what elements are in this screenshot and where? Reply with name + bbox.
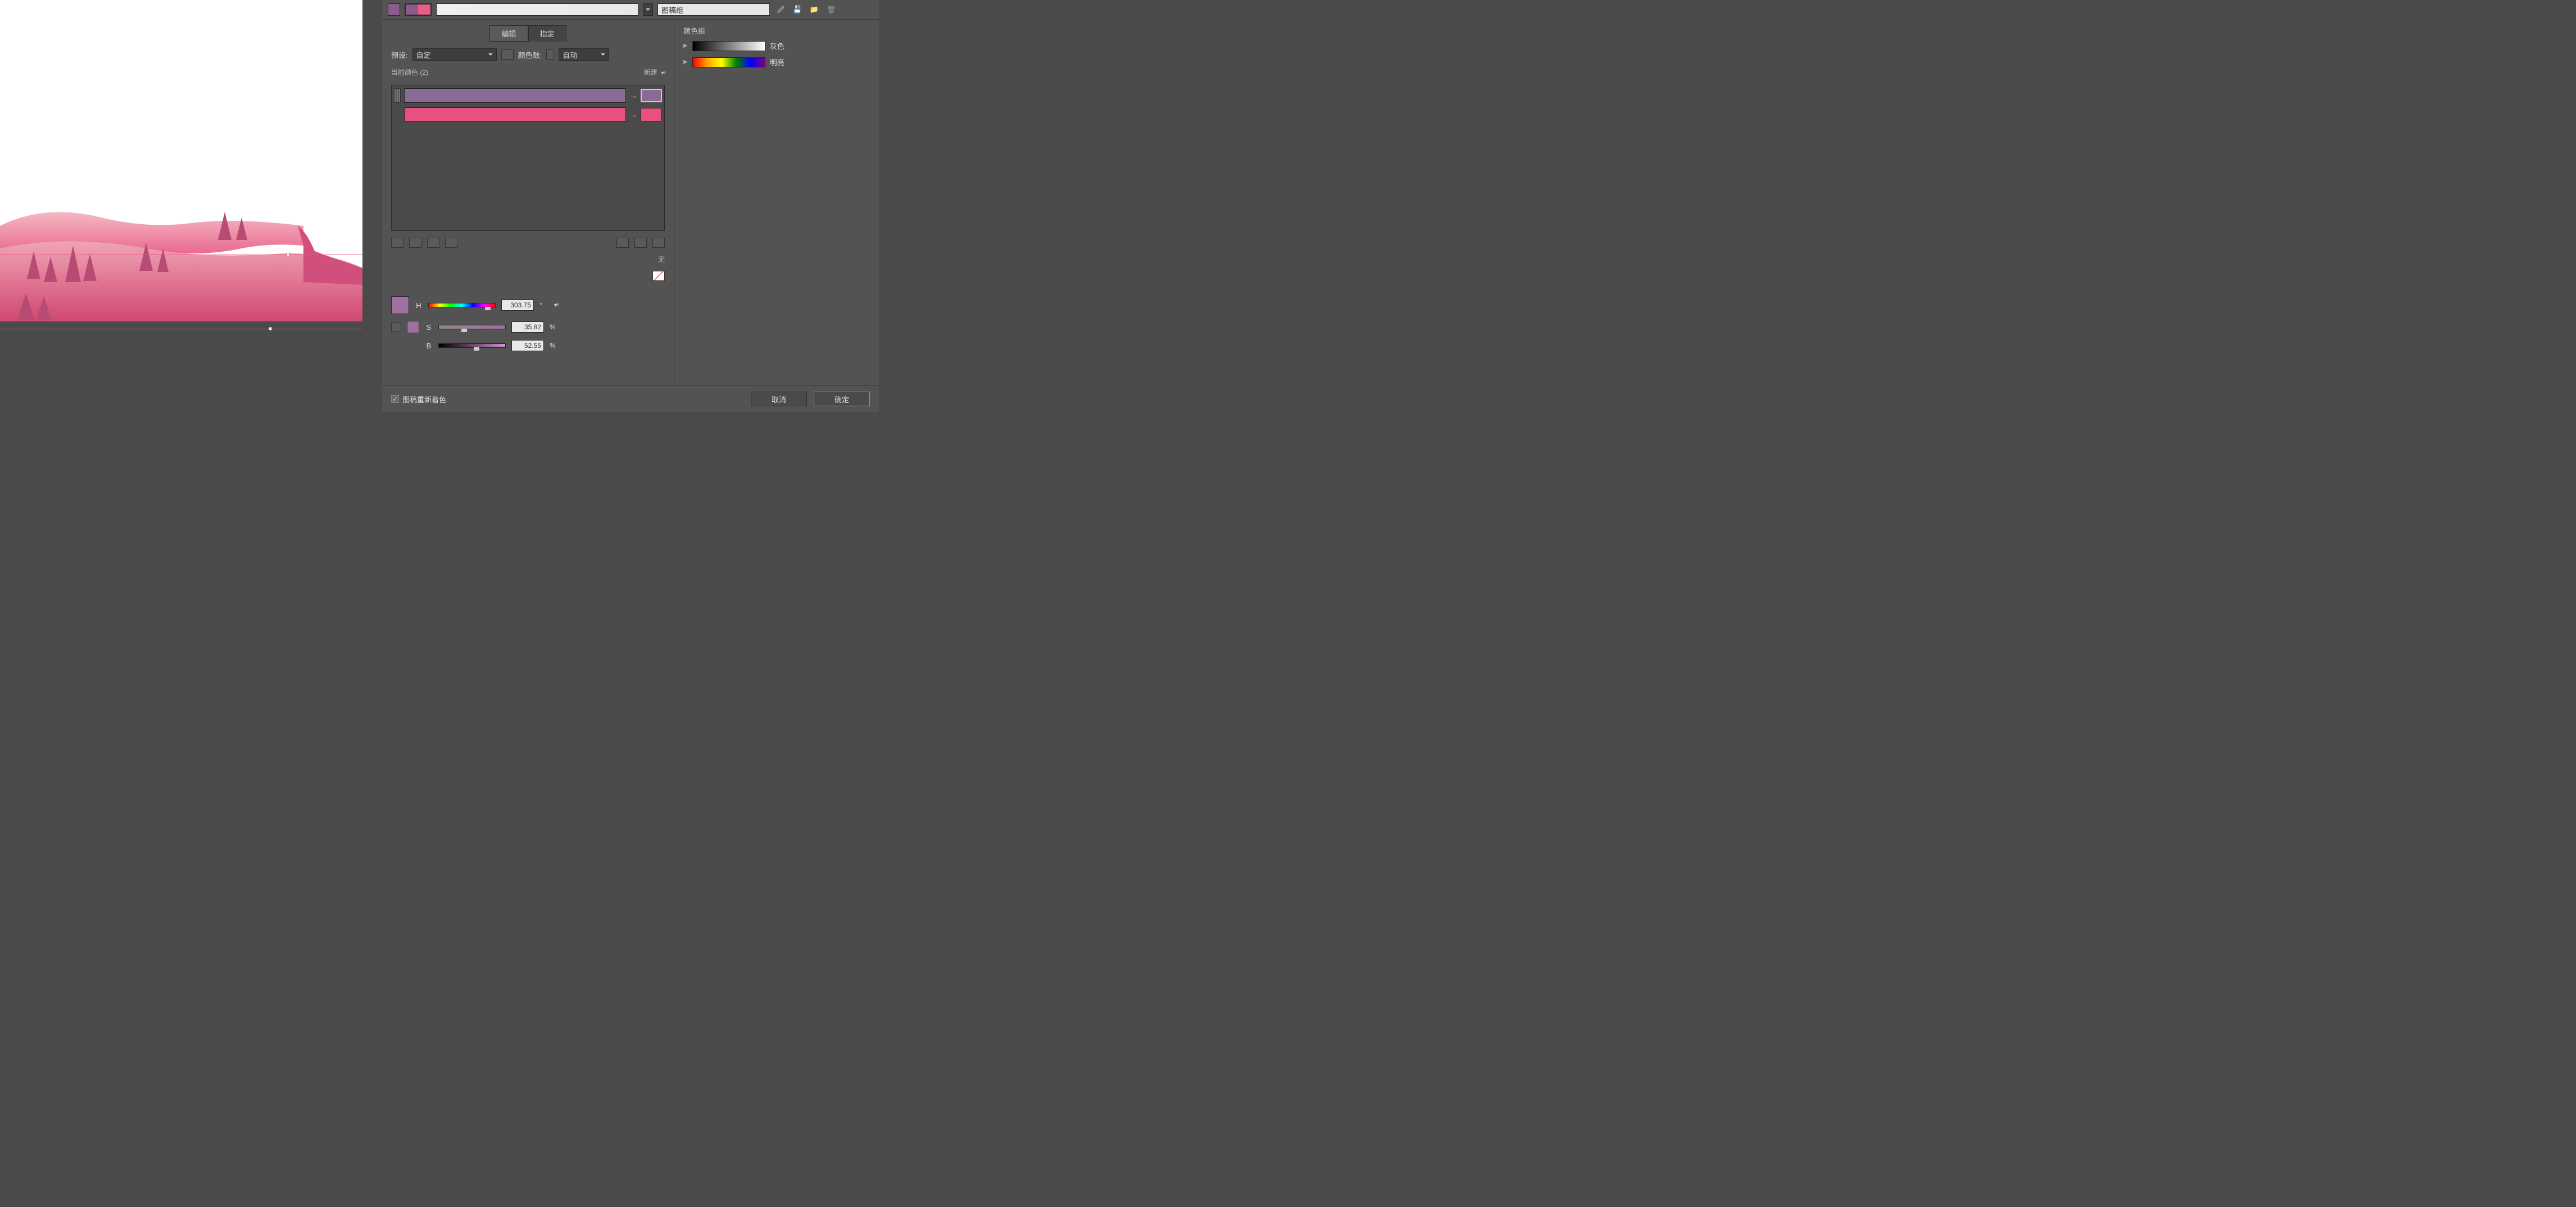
new-row-icon[interactable] — [445, 238, 457, 248]
cancel-button[interactable]: 取消 — [751, 392, 807, 406]
swap-icon[interactable] — [634, 238, 647, 248]
mode-tabs: 编辑 指定 — [391, 25, 665, 42]
edit-panel: 编辑 指定 预设: 自定 颜色数: 自动 当前颜色 (2) 新建 ▾≡ → — [382, 20, 674, 385]
stepper-icon[interactable] — [546, 49, 554, 60]
folder-icon[interactable]: 📁 — [808, 3, 820, 16]
artboard — [0, 0, 362, 321]
preset-options-icon[interactable] — [501, 49, 514, 60]
exclude-icon[interactable] — [427, 238, 439, 248]
trash-icon[interactable]: 🗑 — [825, 3, 837, 16]
preset-row: 预设: 自定 颜色数: 自动 — [391, 48, 665, 61]
save-group-icon[interactable]: 💾 — [791, 3, 804, 16]
group-name: 明亮 — [770, 57, 784, 67]
drag-handle-icon[interactable] — [394, 88, 401, 103]
color-group-item[interactable]: ▶ 灰色 — [683, 40, 870, 51]
source-color-bar[interactable] — [404, 107, 626, 122]
target-color-swatch[interactable] — [641, 108, 662, 121]
hsb-swatch-small[interactable] — [407, 321, 419, 333]
color-row[interactable]: → — [394, 107, 662, 122]
hue-input[interactable] — [501, 300, 534, 311]
artwork-illustration — [0, 192, 362, 321]
hsb-swatch-large[interactable] — [391, 296, 409, 314]
sat-unit: % — [550, 323, 559, 331]
preset-select[interactable]: 自定 — [412, 48, 497, 61]
recolor-label: 图稿重新着色 — [402, 394, 446, 405]
source-color-bar[interactable] — [404, 88, 626, 103]
none-label: 无 — [391, 255, 665, 264]
color-group-item[interactable]: ▶ 明亮 — [683, 57, 870, 67]
bri-input[interactable] — [511, 340, 544, 351]
expand-icon[interactable]: ▶ — [683, 43, 688, 49]
panel-footer: 图稿重新着色 取消 确定 — [382, 385, 879, 412]
color-count-label: 颜色数: — [518, 49, 542, 60]
slider-menu-icon[interactable]: ▾≡ — [554, 302, 558, 308]
current-colors-list[interactable]: → → — [391, 85, 665, 231]
color-row[interactable]: → — [394, 88, 662, 103]
merge-icon[interactable] — [391, 238, 403, 248]
color-group-name-input[interactable] — [657, 3, 770, 16]
list-tools — [391, 238, 665, 248]
hue-slider[interactable] — [428, 303, 496, 307]
group-preview — [692, 41, 765, 51]
active-color-swatch[interactable] — [388, 3, 400, 16]
panel-topbar: 💾 📁 🗑 — [382, 0, 879, 20]
preset-label: 预设: — [391, 49, 408, 60]
group-name: 灰色 — [770, 40, 784, 51]
canvas-area[interactable] — [0, 0, 382, 412]
magnify-icon[interactable] — [652, 238, 665, 248]
cube-icon[interactable] — [391, 322, 401, 332]
harmony-dropdown[interactable] — [643, 3, 653, 16]
expand-icon[interactable]: ▶ — [683, 59, 688, 65]
hsb-controls: H ° ▾≡ S % B — [391, 296, 665, 358]
sat-slider[interactable] — [438, 325, 506, 329]
color-groups-panel: 颜色组 ▶ 灰色 ▶ 明亮 — [674, 20, 879, 385]
new-color-label[interactable]: 新建 — [643, 69, 657, 76]
sat-input[interactable] — [511, 321, 544, 333]
recolor-panel: 💾 📁 🗑 编辑 指定 预设: 自定 颜色数: 自动 当前颜色 (2) 新建 ▾… — [382, 0, 879, 412]
hue-unit: ° — [539, 301, 548, 309]
find-color-icon[interactable] — [616, 238, 629, 248]
color-groups-heading: 颜色组 — [683, 25, 870, 36]
target-color-swatch[interactable] — [641, 89, 662, 102]
list-menu-icon[interactable]: ▾≡ — [661, 70, 665, 76]
none-swatch-icon[interactable] — [652, 271, 665, 281]
ok-button[interactable]: 确定 — [814, 392, 870, 406]
bri-unit: % — [550, 342, 559, 350]
sat-label: S — [425, 323, 433, 332]
tab-edit[interactable]: 编辑 — [489, 25, 528, 42]
selection-handle[interactable] — [287, 253, 290, 256]
color-harmony-bar[interactable] — [436, 3, 638, 16]
bri-label: B — [425, 342, 433, 350]
arrow-right-icon: → — [629, 91, 637, 100]
color-count-select[interactable]: 自动 — [559, 48, 609, 61]
tab-assign[interactable]: 指定 — [528, 25, 566, 42]
separate-icon[interactable] — [409, 238, 421, 248]
current-colors-label: 当前颜色 (2) — [391, 67, 428, 77]
arrow-right-icon: → — [629, 110, 637, 119]
color-pair-swatch[interactable] — [405, 3, 432, 16]
hue-label: H — [415, 301, 423, 310]
selection-handle[interactable] — [269, 327, 272, 330]
bri-slider[interactable] — [438, 343, 506, 348]
eyedropper-icon[interactable] — [774, 3, 787, 16]
recolor-checkbox[interactable] — [391, 395, 399, 403]
group-preview — [692, 57, 765, 67]
